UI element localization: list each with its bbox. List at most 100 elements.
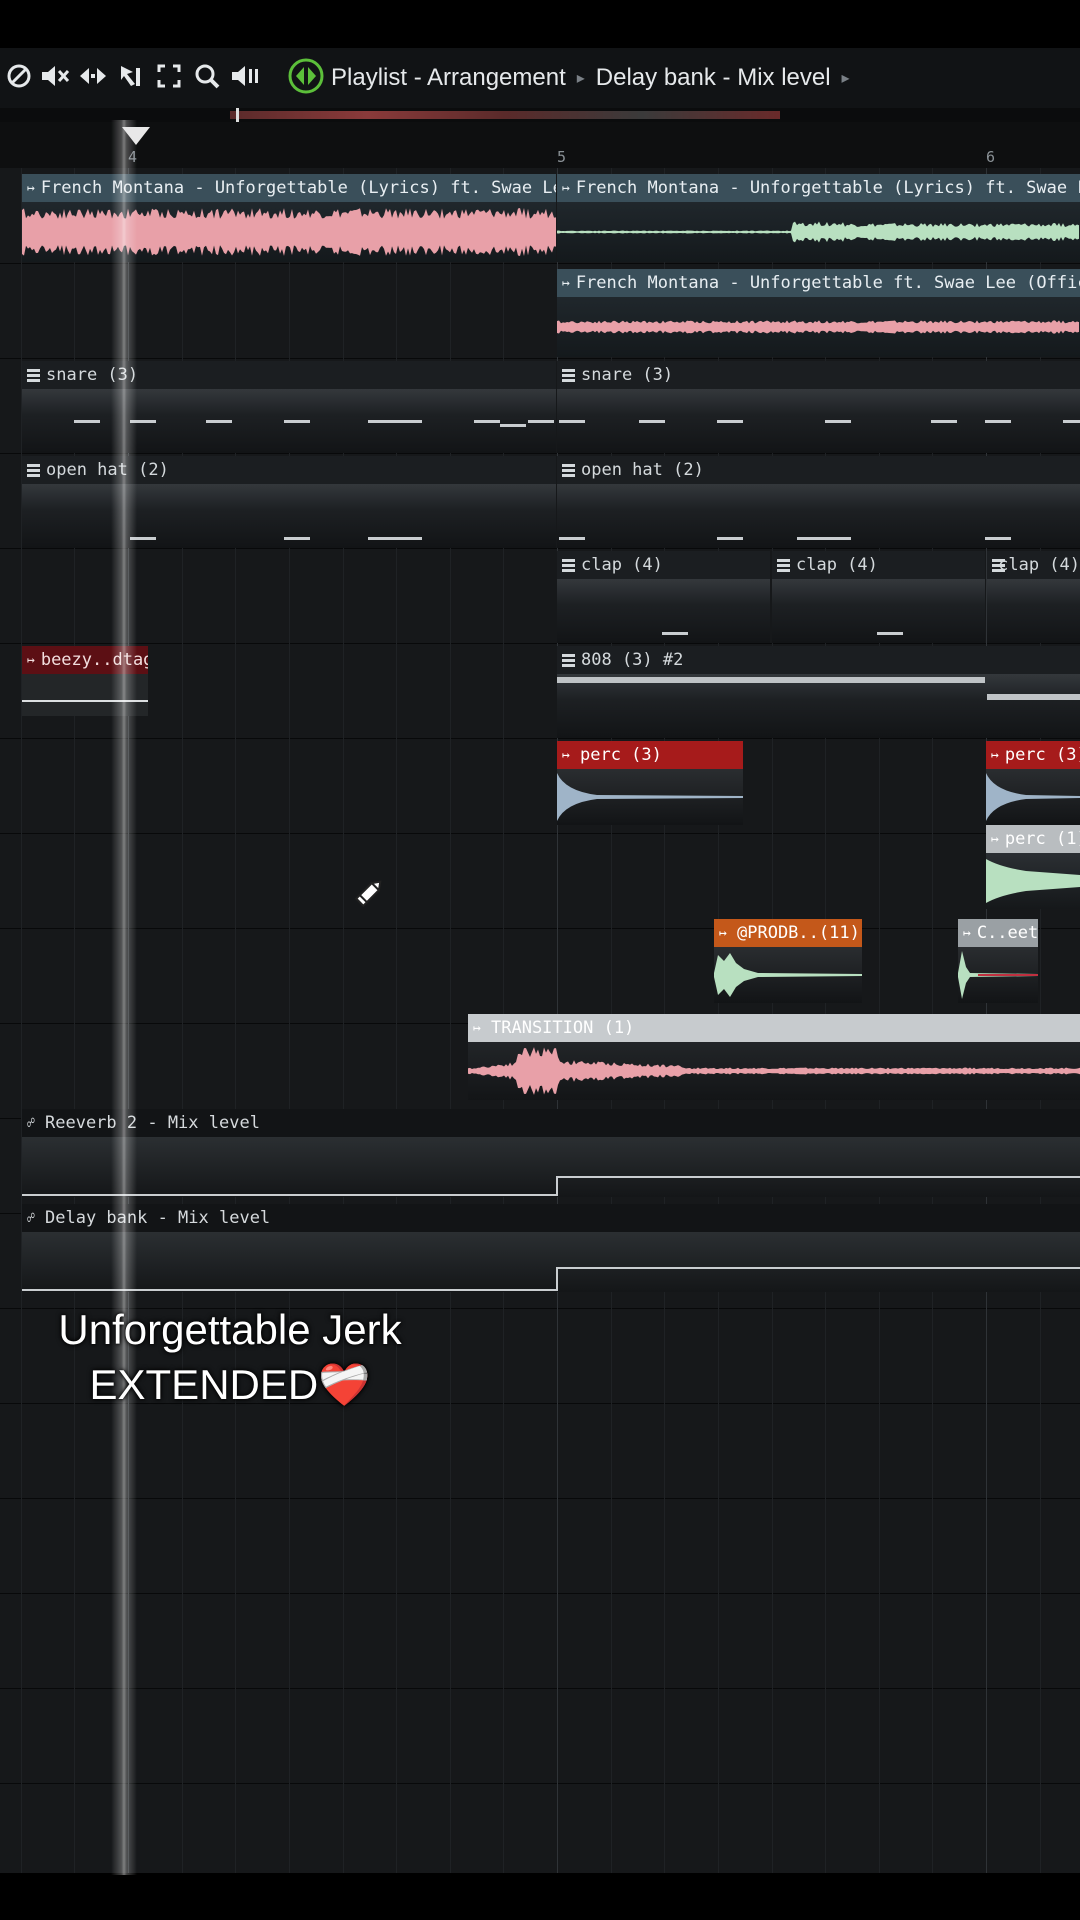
clip-label: perc (3)	[1004, 745, 1080, 765]
note	[559, 537, 585, 540]
zoom-icon[interactable]	[190, 56, 224, 96]
track-divider	[0, 643, 1080, 644]
clip-open-hat-1[interactable]: open hat (2)	[22, 456, 556, 548]
track-divider	[0, 738, 1080, 739]
time-ruler[interactable]: 4 5 6	[0, 122, 1080, 168]
clip-perc-3[interactable]: ↦ perc (1)	[986, 825, 1080, 909]
breadcrumb-playlist[interactable]: Playlist - Arrangement	[331, 64, 566, 92]
note	[528, 420, 554, 423]
breadcrumb-separator: ▸	[576, 70, 585, 87]
note	[74, 420, 100, 423]
speaker-icon[interactable]	[228, 56, 262, 96]
audio-clip-icon: ↦	[562, 275, 570, 291]
breadcrumb-target[interactable]: Delay bank - Mix level	[596, 64, 831, 92]
clip-label: snare (3)	[46, 365, 139, 385]
clip-open-hat-2[interactable]: open hat (2)	[557, 456, 1080, 548]
breadcrumb: Playlist - Arrangement ▸ Delay bank - Mi…	[331, 60, 861, 96]
ruler-bar-4: 4	[128, 148, 138, 166]
overview-clips	[230, 111, 780, 119]
waveform	[557, 221, 1079, 243]
fullscreen-icon[interactable]	[152, 56, 186, 96]
clip-ceet[interactable]: ↦ C..eet	[958, 919, 1038, 1003]
clip-label: beezy..dtag	[40, 650, 148, 670]
clip-label: Delay bank - Mix level	[45, 1208, 271, 1228]
note	[368, 420, 422, 423]
note	[639, 420, 665, 423]
clip-label: clap (4)	[998, 555, 1080, 575]
clip-french-montana-official[interactable]: ↦ French Montana - Unforgettable ft. Swae…	[557, 269, 1080, 357]
slice-icon[interactable]	[114, 56, 148, 96]
playlist-green-icon[interactable]	[286, 56, 326, 96]
clip-label: C..eet	[976, 923, 1038, 943]
clip-transition[interactable]: ↦ TRANSITION (1)	[468, 1014, 1080, 1100]
pattern-icon	[562, 463, 575, 477]
clip-snare-2[interactable]: snare (3)	[557, 361, 1080, 453]
playlist-grid[interactable]: ↦ French Montana - Unforgettable (Lyrics)…	[0, 168, 1080, 1873]
track-divider	[0, 1593, 1080, 1594]
clip-french-montana-lyrics-2[interactable]: ↦ French Montana - Unforgettable (Lyrics)…	[557, 174, 1080, 262]
ruler-bar-5: 5	[557, 148, 567, 166]
breadcrumb-separator: ▸	[841, 70, 850, 87]
clip-prodb[interactable]: ↦ @PRODB..(11)	[714, 919, 862, 1003]
clip-perc-1[interactable]: ↦ perc (3)	[557, 741, 743, 825]
waveform	[22, 208, 556, 256]
pattern-icon	[562, 558, 575, 572]
note	[130, 420, 156, 423]
note	[985, 420, 1011, 423]
note	[130, 537, 156, 540]
clip-label: Reeverb 2 - Mix level	[45, 1113, 260, 1133]
video-caption-line-2: EXTENDED❤️‍🩹	[89, 1361, 371, 1408]
audio-clip-icon: ↦	[473, 1020, 481, 1036]
clip-clap-3[interactable]: clap (4)	[987, 551, 1080, 643]
clip-beezy-dtag[interactable]: ↦ beezy..dtag	[22, 646, 148, 716]
automation-icon: ☍	[27, 1115, 35, 1131]
arrows-icon[interactable]	[76, 56, 110, 96]
clip-french-montana-lyrics-1[interactable]: ↦ French Montana - Unforgettable (Lyrics)…	[22, 174, 556, 262]
track-divider	[0, 928, 1080, 929]
waveform	[557, 773, 743, 821]
note	[662, 632, 688, 635]
automation-icon: ☍	[27, 1210, 35, 1226]
automation-line	[22, 1176, 1080, 1196]
pattern-icon	[562, 653, 575, 667]
note	[877, 632, 903, 635]
video-caption-line-1: Unforgettable Jerk	[58, 1306, 402, 1353]
note	[500, 424, 526, 427]
note	[717, 537, 743, 540]
track-divider	[0, 833, 1080, 834]
clip-reverb-automation[interactable]: ☍ Reeverb 2 - Mix level	[22, 1109, 1080, 1197]
clip-delay-automation[interactable]: ☍ Delay bank - Mix level	[22, 1204, 1080, 1292]
waveform	[714, 953, 862, 997]
clip-clap-1[interactable]: clap (4)	[557, 551, 770, 643]
track-divider	[0, 1498, 1080, 1499]
clip-label: clap (4)	[581, 555, 663, 575]
audio-clip-icon: ↦	[963, 925, 971, 941]
waveform	[468, 1047, 1080, 1095]
audio-clip-icon: ↦	[27, 180, 35, 196]
clip-perc-2[interactable]: ↦ perc (3)	[986, 741, 1080, 825]
ruler-bar-6: 6	[986, 148, 996, 166]
playlist-overview-scrollbar[interactable]	[0, 108, 1080, 122]
note	[284, 537, 310, 540]
waveform	[986, 773, 1080, 821]
track-divider	[0, 1688, 1080, 1689]
audio-clip-icon: ↦	[719, 925, 727, 941]
clip-label: TRANSITION (1)	[491, 1018, 635, 1038]
overview-marker	[236, 108, 239, 122]
clip-808[interactable]: 808 (3) #2	[557, 646, 1080, 738]
clip-label: clap (4)	[796, 555, 878, 575]
note	[1063, 420, 1080, 423]
no-symbol-icon[interactable]	[2, 56, 36, 96]
playhead-marker-icon[interactable]	[122, 127, 150, 145]
note	[474, 420, 500, 423]
pattern-icon	[27, 463, 40, 477]
mute-icon[interactable]	[38, 56, 72, 96]
audio-clip-icon: ↦	[27, 652, 35, 668]
track-divider	[0, 263, 1080, 264]
clip-clap-2[interactable]: clap (4)	[772, 551, 985, 643]
waveform	[986, 859, 1080, 903]
note	[985, 537, 1011, 540]
track-divider	[0, 358, 1080, 359]
clip-label: open hat (2)	[581, 460, 704, 480]
clip-snare-1[interactable]: snare (3)	[22, 361, 556, 453]
